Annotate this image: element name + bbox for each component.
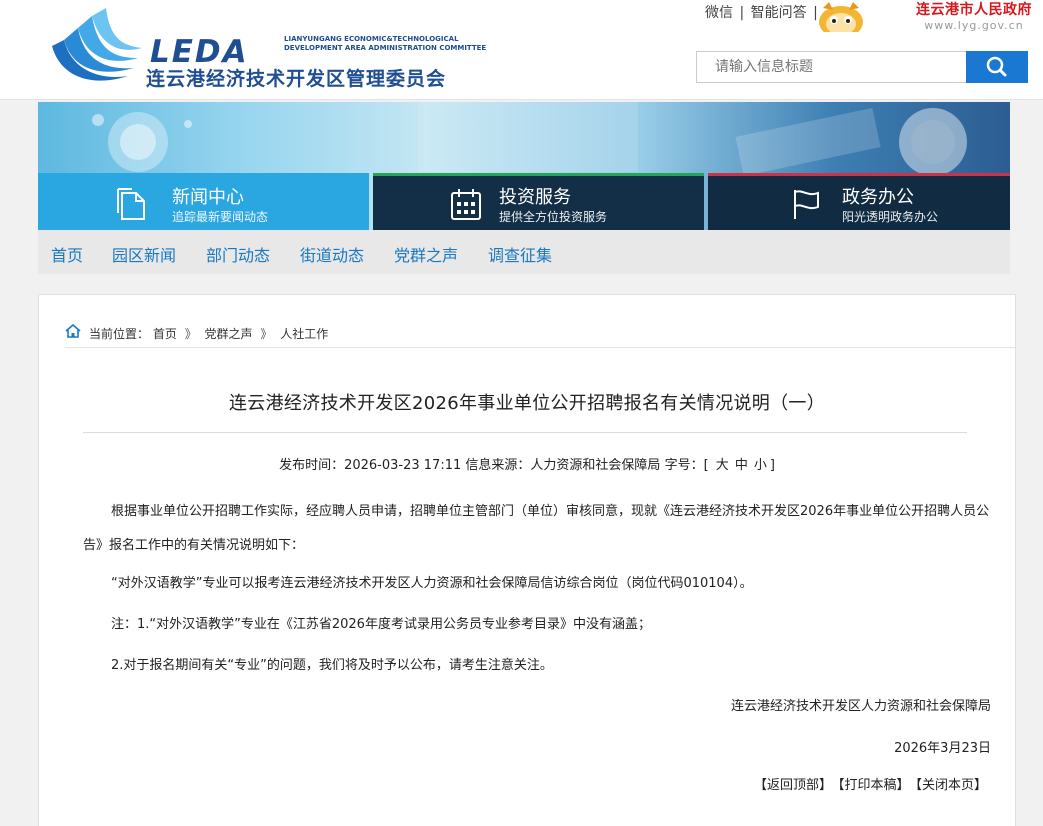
nav-item-park-news[interactable]: 园区新闻 [112, 242, 176, 266]
site-logo[interactable]: LEDA LIANYUNGANG ECONOMIC&TECHNOLOGICAL … [42, 6, 502, 90]
nav-item-survey[interactable]: 调查征集 [488, 242, 552, 266]
tile-investment-service[interactable]: 投资服务 提供全方位投资服务 [373, 173, 704, 230]
source-label: 信息来源： [465, 458, 531, 473]
mascot-icon[interactable] [815, 0, 867, 32]
publish-time-label: 发布时间： [279, 458, 345, 473]
link-separator: | [739, 5, 745, 21]
font-size-medium[interactable]: 中 [735, 458, 748, 473]
logo-english-line: DEVELOPMENT AREA ADMINISTRATION COMMITTE… [284, 44, 487, 52]
article-actions: 【返回顶部】 【打印本稿】 【关闭本页】 [748, 774, 987, 793]
back-to-top-button[interactable]: 【返回顶部】 [754, 778, 832, 793]
nav-item-department-news[interactable]: 部门动态 [206, 242, 270, 266]
tile-government-office[interactable]: 政务办公 阳光透明政务办公 [708, 173, 1010, 230]
article-paragraph: “对外汉语教学”专业可以报考连云港经济技术开发区人力资源和社会保障局信访综合岗位… [111, 576, 753, 591]
search-icon [986, 56, 1007, 77]
logo-english-name: LIANYUNGANG ECONOMIC&TECHNOLOGICAL DEVEL… [284, 35, 504, 53]
breadcrumb-item-home[interactable]: 首页 [153, 327, 177, 341]
top-links: 微信 | 智能问答 | [704, 2, 819, 22]
article-title: 连云港经济技术开发区2026年事业单位公开招聘报名有关情况说明（一） [228, 393, 825, 414]
breadcrumb-label: 当前位置： [89, 327, 150, 341]
tile-news-center[interactable]: 新闻中心 追踪最新要闻动态 [38, 173, 369, 230]
search-bar [696, 51, 1028, 83]
flag-icon [794, 190, 819, 219]
print-button[interactable]: 【打印本稿】 [838, 778, 910, 793]
city-government-link[interactable]: 连云港市人民政府 www.lyg.gov.cn [916, 0, 1032, 32]
font-size-large[interactable]: 大 [716, 458, 729, 473]
close-page-button[interactable]: 【关闭本页】 [915, 778, 987, 793]
nav-item-party-voice[interactable]: 党群之声 [394, 242, 458, 266]
source-value: 人力资源和社会保障局 [530, 458, 661, 473]
main-nav: 首页 园区新闻 部门动态 街道动态 党群之声 调查征集 [38, 230, 1010, 274]
document-icon [117, 188, 145, 220]
tile-title: 投资服务 [499, 187, 571, 208]
breadcrumb: 当前位置： 首页 》 党群之声 》 人社工作 [65, 324, 1015, 348]
tile-subtitle: 追踪最新要闻动态 [172, 210, 269, 224]
font-size-small[interactable]: 小 [754, 458, 767, 473]
search-button[interactable] [966, 51, 1028, 83]
logo-swoosh-icon [52, 8, 142, 81]
calendar-icon [451, 189, 481, 220]
article-paragraph: 2.对于报名期间有关“专业”的问题，我们将及时予以公布，请考生注意关注。 [111, 658, 553, 673]
wechat-link[interactable]: 微信 [705, 5, 733, 21]
title-divider [83, 432, 967, 433]
font-size-label: 字号： [664, 458, 704, 473]
site-header: LEDA LIANYUNGANG ECONOMIC&TECHNOLOGICAL … [0, 0, 1043, 100]
tile-subtitle: 提供全方位投资服务 [499, 210, 608, 224]
nav-item-home[interactable]: 首页 [51, 242, 83, 266]
tile-title: 新闻中心 [172, 187, 244, 208]
article-date: 2026年3月23日 [894, 741, 991, 756]
publish-time: 2026-03-23 17:11 [344, 458, 462, 473]
search-input[interactable] [696, 51, 967, 83]
city-government-url: www.lyg.gov.cn [924, 19, 1024, 32]
hero-banner: 新闻中心 追踪最新要闻动态 投资服务 提供全方位投资服务 政务办公 阳光透明政务… [38, 102, 1010, 230]
breadcrumb-separator: 》 [184, 327, 197, 341]
article-meta: 发布时间：2026-03-23 17:11 信息来源：人力资源和社会保障局 字号… [279, 458, 775, 473]
breadcrumb-separator: 》 [260, 327, 273, 341]
logo-english-line: LIANYUNGANG ECONOMIC&TECHNOLOGICAL [284, 35, 459, 43]
article-signature: 连云港经济技术开发区人力资源和社会保障局 [730, 699, 991, 714]
breadcrumb-item-party-voice[interactable]: 党群之声 [205, 327, 253, 341]
breadcrumb-item-hr-work[interactable]: 人社工作 [280, 327, 328, 341]
smart-qa-link[interactable]: 智能问答 [751, 5, 807, 21]
home-icon [65, 324, 81, 338]
article-paragraph: 根据事业单位公开招聘工作实际，经应聘人员申请，招聘单位主管部门（单位）审核同意，… [83, 504, 990, 553]
breadcrumb-trail: 当前位置： 首页 》 党群之声 》 人社工作 [89, 325, 328, 342]
city-government-name: 连云港市人民政府 [916, 2, 1032, 18]
article-paragraph: 注：1.“对外汉语教学”专业在《江苏省2026年度考试录用公务员专业参考目录》中… [111, 617, 651, 632]
tile-subtitle: 阳光透明政务办公 [842, 210, 939, 224]
article-panel: 当前位置： 首页 》 党群之声 》 人社工作 连云港经济技术开发区2026年事业… [38, 294, 1016, 826]
nav-item-street-news[interactable]: 街道动态 [300, 242, 364, 266]
tile-title: 政务办公 [842, 187, 914, 208]
logo-chinese-name: 连云港经济技术开发区管理委员会 [146, 68, 447, 90]
